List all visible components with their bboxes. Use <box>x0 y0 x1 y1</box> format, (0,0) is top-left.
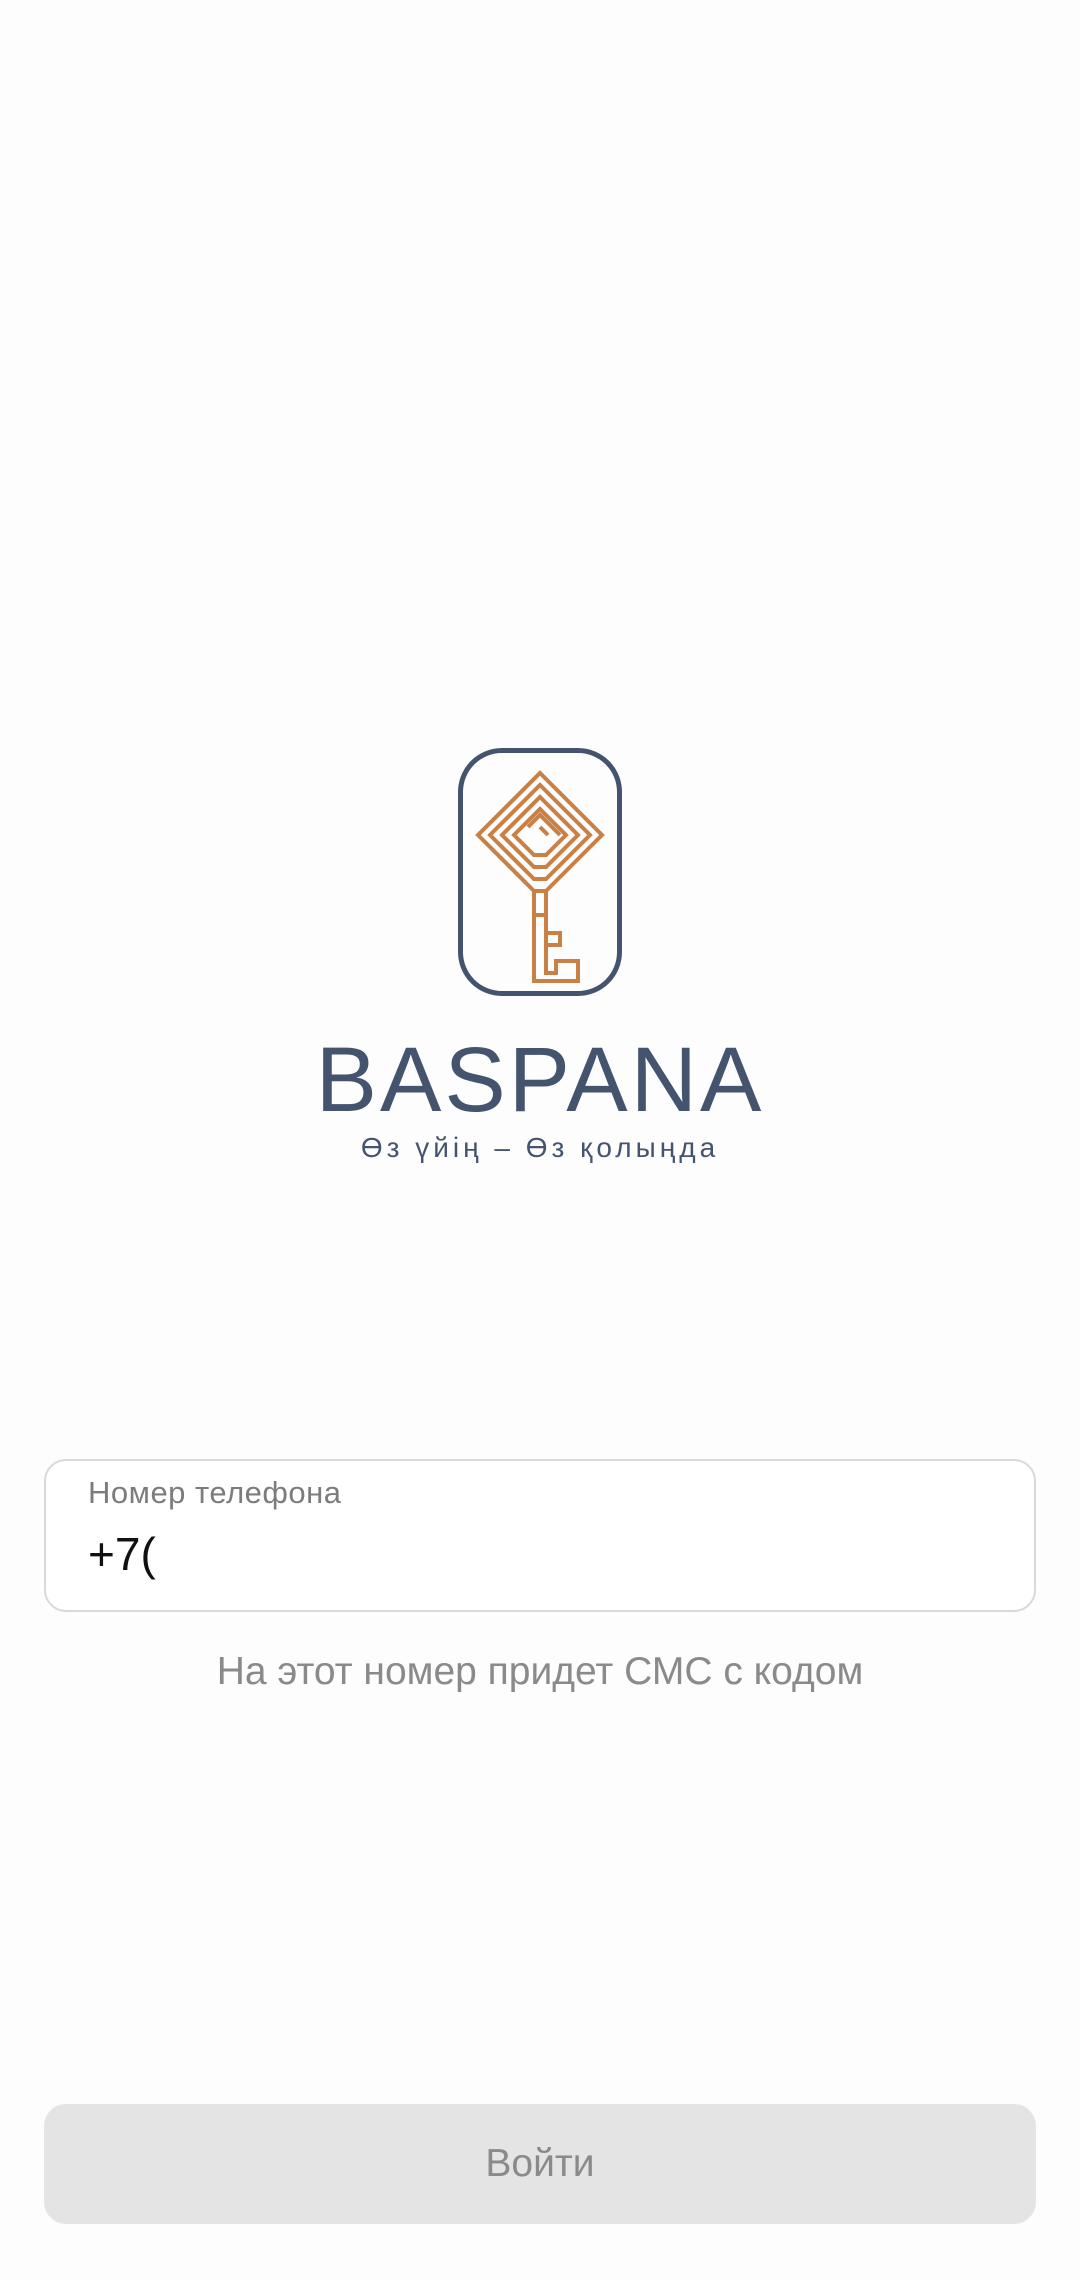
phone-field-label: Номер телефона <box>88 1475 342 1510</box>
login-screen: BASPANA Өз үйің – Өз қолыңда Номер телеф… <box>0 0 1080 2280</box>
brand-name: BASPANA <box>315 1029 765 1131</box>
login-button[interactable]: Войти <box>44 2104 1036 2224</box>
phone-input[interactable]: +7( <box>88 1527 156 1581</box>
phone-field[interactable]: Номер телефона +7( <box>44 1459 1036 1612</box>
key-icon <box>475 770 605 983</box>
sms-hint: На этот номер придет СМС с кодом <box>216 1650 864 1693</box>
brand-slogan: Өз үйің – Өз қолыңда <box>360 1132 720 1163</box>
logo-frame <box>458 748 622 996</box>
brand-logo: BASPANA Өз үйің – Өз қолыңда <box>0 748 1080 1162</box>
